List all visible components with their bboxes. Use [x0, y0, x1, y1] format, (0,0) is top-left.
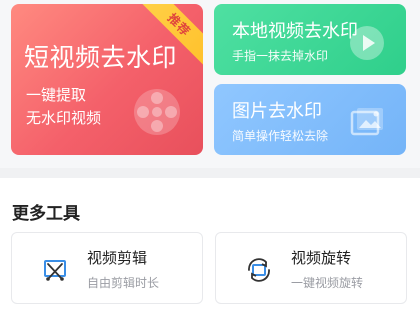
local-video-watermark-remover-card[interactable]: 本地视频去水印 手指一抹去掉水印	[214, 4, 406, 75]
tool-subtitle: 自由剪辑时长	[87, 276, 160, 290]
film-reel-icon	[134, 89, 180, 135]
card-title: 图片去水印	[232, 101, 322, 122]
video-crop-icon	[44, 260, 66, 281]
rotate-icon	[248, 258, 270, 282]
play-icon	[350, 26, 384, 60]
card-title: 本地视频去水印	[232, 21, 358, 42]
tool-subtitle: 一键视频旋转	[291, 276, 364, 290]
page: 短视频去水印 一键提取 无水印视频 推荐 本地视频去水印 手指一抹去掉水印 图片…	[0, 0, 420, 315]
short-video-watermark-remover-card[interactable]: 短视频去水印 一键提取 无水印视频 推荐	[11, 4, 203, 155]
card-title: 短视频去水印	[24, 43, 178, 72]
video-crop-tool[interactable]: 视频剪辑 自由剪辑时长	[11, 232, 203, 304]
card-subtitle-line1: 一键提取	[26, 86, 87, 104]
card-subtitle-line2: 无水印视频	[26, 109, 102, 127]
section-divider	[0, 168, 420, 178]
more-tools-section: 更多工具 视频剪辑 自由剪辑时长 视频旋转 一键视频旋转	[0, 178, 420, 315]
card-subtitle: 手指一抹去掉水印	[232, 49, 329, 63]
tool-title: 视频旋转	[291, 249, 352, 267]
image-watermark-remover-card[interactable]: 图片去水印 简单操作轻松去除	[214, 84, 406, 155]
tool-title: 视频剪辑	[87, 249, 148, 267]
section-title: 更多工具	[12, 204, 80, 224]
video-rotate-tool[interactable]: 视频旋转 一键视频旋转	[215, 232, 407, 304]
image-icon	[350, 108, 383, 136]
card-subtitle: 简单操作轻松去除	[232, 129, 329, 143]
